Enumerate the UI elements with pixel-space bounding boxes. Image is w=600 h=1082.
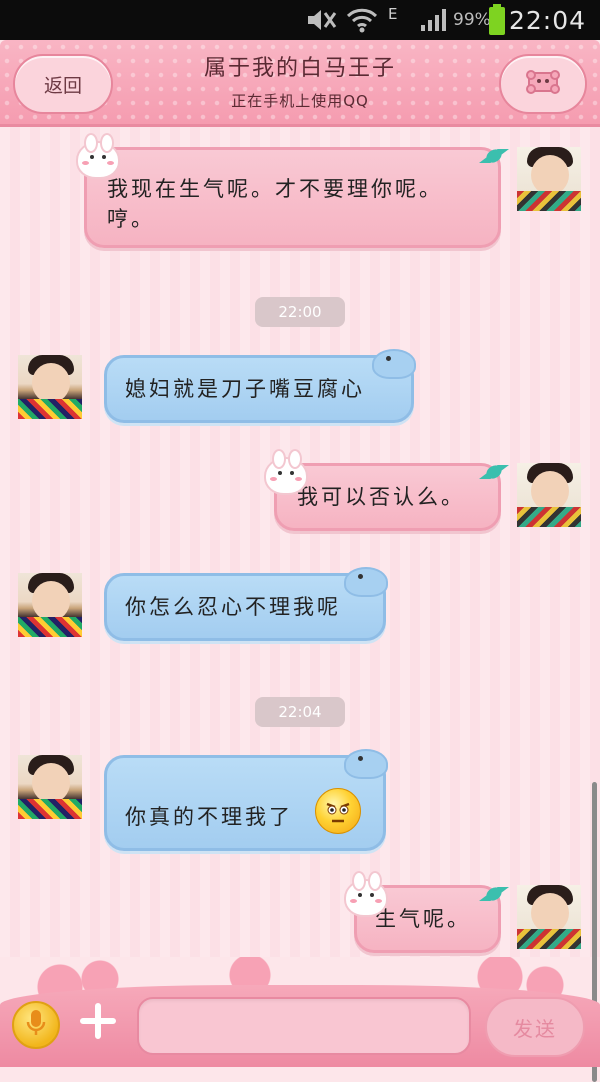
message-text: 媳妇就是刀子嘴豆腐心 — [125, 377, 365, 401]
plus-icon — [80, 1003, 116, 1043]
timestamp: 22:04 — [255, 697, 345, 727]
contact-avatar[interactable] — [18, 355, 82, 419]
timestamp: 22:00 — [255, 297, 345, 327]
message-input[interactable] — [137, 997, 471, 1055]
profile-icon — [523, 67, 563, 101]
hippo-sticker-icon — [372, 349, 416, 379]
mute-icon — [305, 0, 339, 40]
wifi-icon — [346, 0, 378, 40]
back-button[interactable]: 返回 — [13, 54, 113, 114]
battery-icon — [488, 0, 506, 40]
message-bubble[interactable]: 我现在生气呢。才不要理你呢。哼。 — [84, 147, 501, 248]
clock: 22:04 — [508, 5, 586, 35]
signal-icon — [420, 0, 450, 40]
message-text: 你真的不理我了 — [125, 805, 293, 829]
candy-icon — [479, 465, 509, 479]
message-text: 生气呢。 — [375, 907, 471, 931]
voice-button[interactable] — [12, 1001, 60, 1049]
contact-avatar[interactable] — [18, 573, 82, 637]
my-avatar[interactable] — [517, 463, 581, 527]
bunny-sticker-icon — [76, 133, 120, 179]
hippo-sticker-icon — [344, 749, 388, 779]
my-avatar[interactable] — [517, 885, 581, 949]
contact-name: 属于我的白马王子 — [203, 56, 396, 81]
message-text: 我可以否认么。 — [297, 485, 465, 509]
chat-header: 返回 属于我的白马王子 正在手机上使用QQ — [0, 40, 600, 127]
battery-percent: 99% — [453, 10, 491, 30]
bunny-sticker-icon — [264, 449, 308, 495]
profile-button[interactable] — [499, 54, 587, 114]
message-bubble[interactable]: 媳妇就是刀子嘴豆腐心 — [104, 355, 414, 423]
network-type: E — [388, 5, 398, 23]
more-button[interactable] — [76, 1001, 120, 1045]
hippo-sticker-icon — [344, 567, 388, 597]
message-text: 你怎么忍心不理我呢 — [125, 595, 341, 619]
contact-avatar[interactable] — [18, 755, 82, 819]
angry-face-emoji — [315, 788, 361, 834]
my-avatar[interactable] — [517, 147, 581, 211]
send-button[interactable]: 发送 — [485, 997, 585, 1057]
input-bar: 发送 — [0, 957, 600, 1067]
bunny-sticker-icon — [344, 871, 388, 917]
microphone-icon — [25, 1009, 47, 1041]
message-list[interactable]: 我现在生气呢。才不要理你呢。哼。 22:00 媳妇就是刀子嘴豆腐心 我可以否认么… — [0, 127, 600, 1082]
contact-status: 正在手机上使用QQ — [231, 92, 369, 110]
candy-icon — [479, 887, 509, 901]
candy-icon — [479, 149, 509, 163]
message-bubble[interactable]: 我可以否认么。 — [274, 463, 501, 531]
message-text: 我现在生气呢。才不要理你呢。哼。 — [107, 177, 443, 231]
status-bar: E 99% 22:04 — [0, 0, 600, 40]
